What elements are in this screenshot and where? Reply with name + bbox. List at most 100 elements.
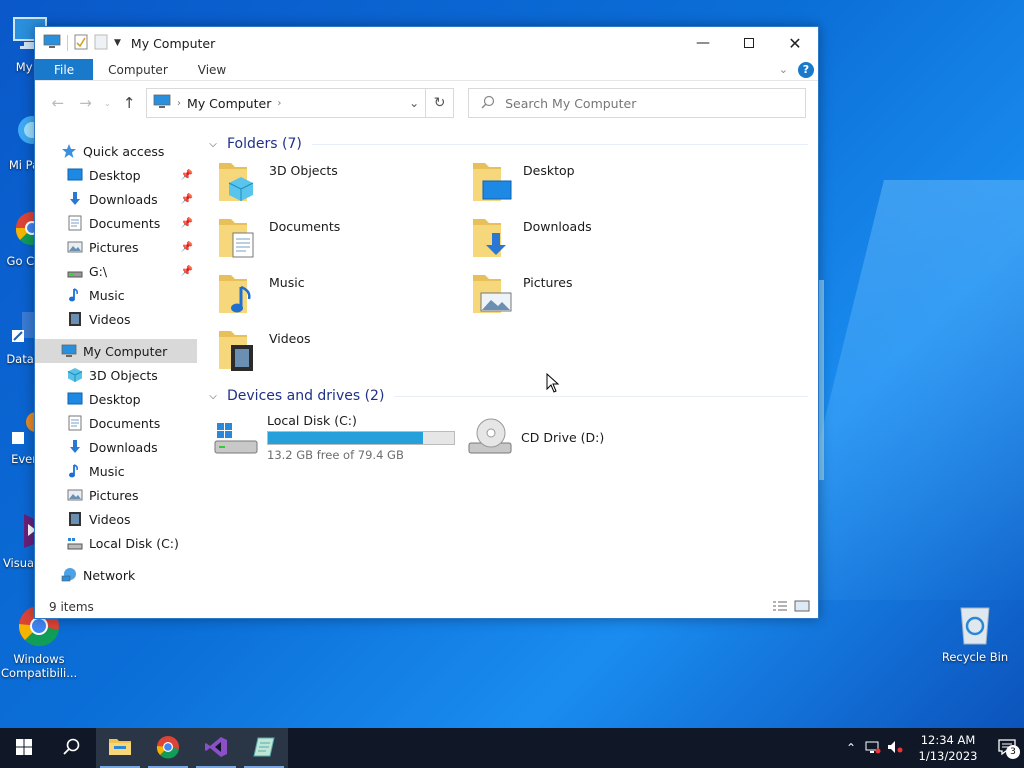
up-button[interactable]: ↑ — [118, 92, 140, 114]
properties-icon[interactable] — [74, 34, 88, 53]
content-pane: ⌵ Folders (7) 3D Objects Desktop Documen… — [197, 125, 818, 596]
desktop-icon — [67, 391, 83, 407]
chevron-down-icon[interactable]: ⌵ — [205, 391, 221, 402]
nav-documents[interactable]: Documents — [35, 411, 197, 435]
nav-quick-g-drive[interactable]: G:\ 📌 — [35, 259, 197, 283]
expand-ribbon-icon[interactable]: ⌄ — [779, 63, 788, 76]
music-folder-icon — [217, 269, 261, 317]
breadcrumb-my-computer[interactable]: My Computer — [187, 96, 271, 111]
breadcrumb-separator-icon[interactable]: › — [277, 98, 281, 109]
local-disk-name: Local Disk (C:) — [267, 412, 357, 428]
address-row: ← → ⌄ ↑ › My Computer › ⌄ ↻ Search My Co… — [35, 81, 818, 125]
folder-desktop[interactable]: Desktop — [459, 155, 713, 211]
minimize-icon: — — [696, 35, 710, 51]
pin-icon[interactable]: 📌 — [181, 242, 193, 253]
address-bar[interactable]: › My Computer › ⌄ ↻ — [146, 88, 455, 118]
nav-desktop[interactable]: Desktop — [35, 387, 197, 411]
star-icon — [61, 143, 77, 159]
folder-music[interactable]: Music — [205, 267, 459, 323]
navigation-pane: Quick access Desktop 📌 Downloads 📌 Docum… — [35, 125, 197, 596]
computer-icon — [153, 94, 171, 112]
chevron-down-icon[interactable]: ⌵ — [205, 139, 221, 150]
windows-logo-icon — [16, 738, 32, 758]
nav-videos[interactable]: Videos — [35, 507, 197, 531]
window-title: My Computer — [130, 35, 216, 51]
action-center-button[interactable]: 3 — [990, 728, 1024, 768]
nav-quick-documents[interactable]: Documents 📌 — [35, 211, 197, 235]
clock[interactable]: 12:34 AM 1/13/2023 — [914, 732, 982, 764]
back-button[interactable]: ← — [47, 92, 69, 114]
folders-group-header[interactable]: ⌵ Folders (7) — [205, 133, 818, 155]
nav-pictures[interactable]: Pictures — [35, 483, 197, 507]
folder-documents[interactable]: Documents — [205, 211, 459, 267]
computer-icon — [61, 343, 77, 359]
3d-objects-icon — [67, 367, 83, 383]
search-box[interactable]: Search My Computer — [468, 88, 806, 118]
refresh-button[interactable]: ↻ — [425, 89, 453, 117]
nav-quick-downloads[interactable]: Downloads 📌 — [35, 187, 197, 211]
taskbar-visual-studio[interactable] — [192, 728, 240, 768]
folder-downloads[interactable]: Downloads — [459, 211, 713, 267]
minimize-button[interactable]: — — [680, 27, 726, 59]
drive-cd-d[interactable]: CD Drive (D:) — [459, 407, 713, 467]
drive-icon — [67, 263, 83, 279]
nav-quick-videos[interactable]: Videos — [35, 307, 197, 331]
forward-button[interactable]: → — [75, 92, 97, 114]
back-arrow-icon: ← — [51, 94, 65, 112]
taskbar-chrome[interactable] — [144, 728, 192, 768]
volume-muted-icon[interactable] — [884, 740, 906, 757]
address-dropdown-button[interactable]: ⌄ — [403, 89, 425, 117]
forward-arrow-icon: → — [79, 94, 92, 112]
folder-pictures[interactable]: Pictures — [459, 267, 713, 323]
taskbar-file-explorer[interactable] — [96, 728, 144, 768]
chevron-up-icon[interactable]: ⌃ — [840, 741, 862, 755]
nav-quick-desktop[interactable]: Desktop 📌 — [35, 163, 197, 187]
breadcrumb-separator-icon[interactable]: › — [177, 98, 181, 109]
nav-downloads[interactable]: Downloads — [35, 435, 197, 459]
close-button[interactable]: ✕ — [772, 27, 818, 59]
tab-computer[interactable]: Computer — [93, 59, 183, 80]
pin-icon[interactable]: 📌 — [181, 170, 193, 181]
nav-network[interactable]: Network — [35, 563, 197, 587]
quick-access-toolbar: ▼ — [43, 34, 121, 53]
nav-local-disk[interactable]: Local Disk (C:) — [35, 531, 197, 555]
nav-quick-pictures[interactable]: Pictures 📌 — [35, 235, 197, 259]
notification-count-badge: 3 — [1006, 745, 1020, 759]
explorer-window[interactable]: ▼ My Computer — ✕ File Computer View ⌄ ?… — [34, 26, 819, 619]
maximize-button[interactable] — [726, 27, 772, 59]
desktop-icon-recycle-bin[interactable]: Recycle Bin — [937, 602, 1013, 664]
taskbar-notepad-app[interactable] — [240, 728, 288, 768]
drive-local-disk-c[interactable]: Local Disk (C:) 13.2 GB free of 79.4 GB — [205, 407, 459, 467]
visual-studio-icon — [204, 735, 228, 762]
qat-dropdown-icon[interactable]: ▼ — [114, 38, 121, 48]
large-icons-view-icon[interactable] — [794, 600, 810, 615]
tab-file[interactable]: File — [35, 59, 94, 80]
nav-my-computer[interactable]: My Computer — [35, 339, 197, 363]
pin-icon[interactable]: 📌 — [181, 194, 193, 205]
nav-3d-objects[interactable]: 3D Objects — [35, 363, 197, 387]
pin-icon[interactable]: 📌 — [181, 266, 193, 277]
folder-videos[interactable]: Videos — [205, 323, 459, 379]
new-folder-icon[interactable] — [94, 34, 108, 53]
search-button[interactable] — [48, 728, 96, 768]
desktop-icon — [67, 167, 83, 183]
devices-group-header[interactable]: ⌵ Devices and drives (2) — [205, 385, 818, 407]
tab-view[interactable]: View — [183, 59, 241, 80]
nav-quick-music[interactable]: Music — [35, 283, 197, 307]
recent-locations-button[interactable]: ⌄ — [102, 92, 112, 114]
help-icon[interactable]: ? — [798, 61, 814, 78]
videos-folder-icon — [217, 325, 261, 373]
videos-icon — [67, 311, 83, 327]
mouse-cursor-icon — [546, 372, 560, 396]
start-button[interactable] — [0, 728, 48, 768]
nav-quick-access[interactable]: Quick access — [35, 139, 197, 163]
desktop-folder-icon — [471, 157, 515, 205]
notepad-icon — [252, 735, 276, 762]
folder-3d-objects[interactable]: 3D Objects — [205, 155, 459, 211]
pin-icon[interactable]: 📌 — [181, 218, 193, 229]
network-status-icon[interactable] — [862, 740, 884, 757]
nav-music[interactable]: Music — [35, 459, 197, 483]
details-view-icon[interactable] — [772, 600, 788, 615]
title-bar[interactable]: ▼ My Computer — ✕ — [35, 27, 818, 59]
search-placeholder: Search My Computer — [505, 95, 637, 111]
